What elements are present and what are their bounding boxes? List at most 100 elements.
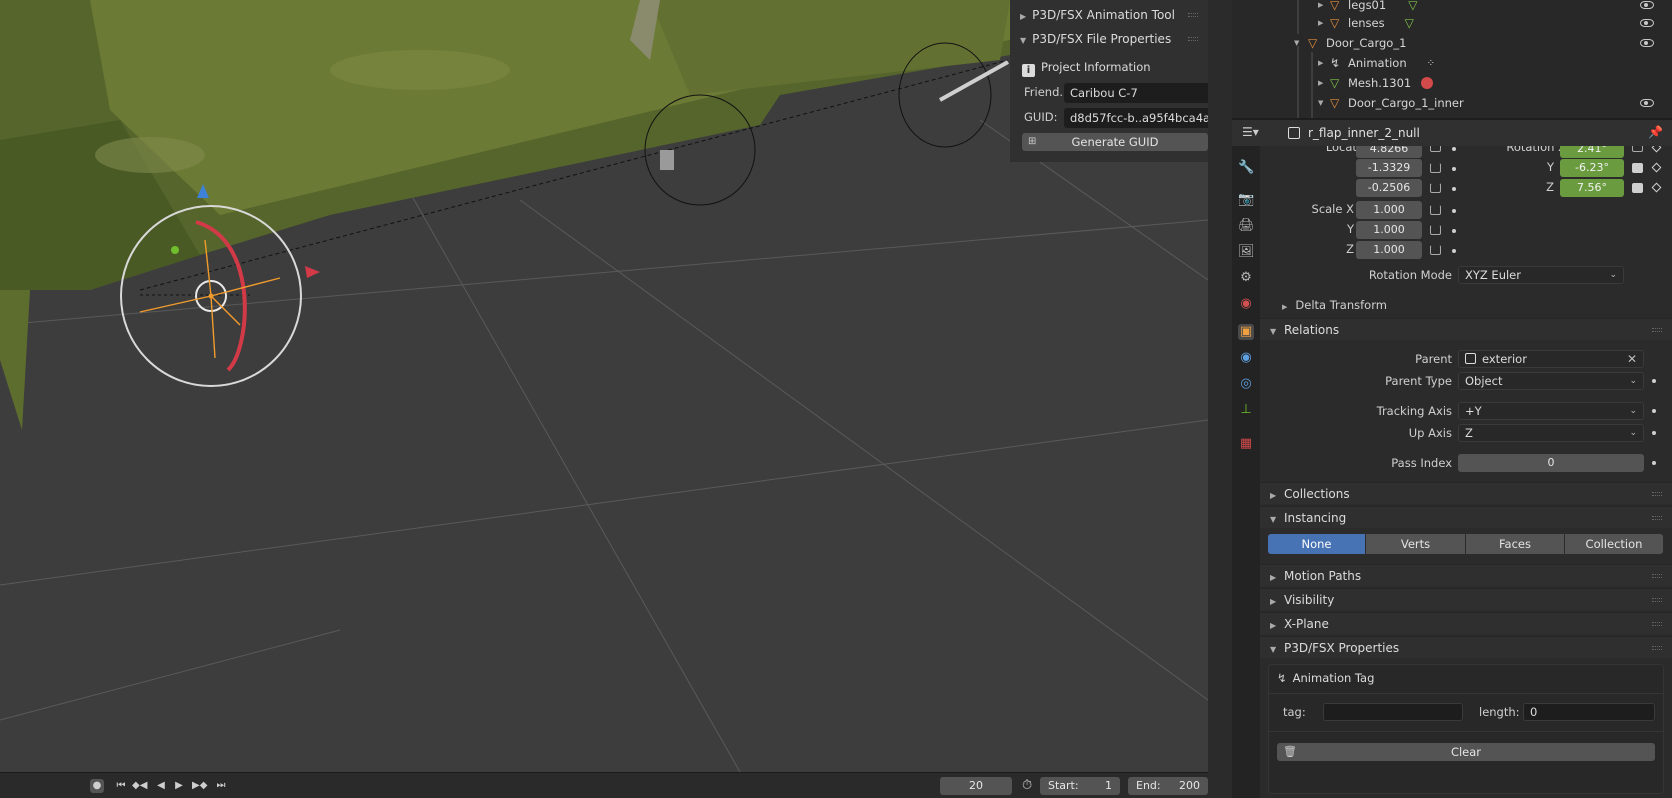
prev-keyframe-icon[interactable]: ◆◀	[132, 779, 147, 793]
instancing-collection-button[interactable]: Collection	[1565, 534, 1663, 554]
up-axis-dropdown[interactable]: Z ⌄	[1458, 424, 1644, 442]
scale-x-field[interactable]: 1.000	[1356, 201, 1422, 219]
file-props-header[interactable]: ▼ P3D/FSX File Properties	[1010, 28, 1208, 50]
outliner-row-mesh-1301[interactable]: ▶ ▽ Mesh.1301	[1318, 73, 1668, 93]
keyframe-dot[interactable]	[1452, 209, 1456, 213]
drag-grip-icon[interactable]	[1652, 574, 1662, 578]
instancing-panel-header[interactable]: ▼ Instancing	[1260, 506, 1672, 528]
keyframe-diamond-icon[interactable]	[1651, 162, 1662, 173]
keyframe-dot[interactable]	[1452, 167, 1456, 171]
tool-tab-icon[interactable]: 🔧	[1238, 160, 1254, 176]
outliner-row-lenses[interactable]: ▶ ▽ lenses ▽	[1318, 13, 1668, 33]
visibility-panel-header[interactable]: ▶ Visibility	[1260, 588, 1672, 610]
play-reverse-icon[interactable]: ◀	[154, 779, 168, 793]
start-frame-field[interactable]: Start: 1	[1040, 777, 1120, 795]
tracking-axis-dropdown[interactable]: +Y ⌄	[1458, 402, 1644, 420]
keyframe-dot[interactable]	[1652, 431, 1656, 435]
outliner-row-door-cargo-1-inner[interactable]: ▼ ▽ Door_Cargo_1_inner	[1318, 93, 1668, 113]
outliner-row-animation[interactable]: ▶ ↯ Animation ⁘	[1318, 53, 1668, 73]
drag-grip-icon[interactable]	[1652, 646, 1662, 650]
outliner-row-door-cargo-1[interactable]: ▼ ▽ Door_Cargo_1	[1294, 33, 1668, 53]
unlock-icon[interactable]	[1430, 225, 1441, 235]
object-tab-icon[interactable]: ▣	[1238, 324, 1254, 340]
next-keyframe-icon[interactable]: ▶◆	[192, 779, 207, 793]
keyframe-dot[interactable]	[1652, 461, 1656, 465]
relations-panel-header[interactable]: ▼ Relations	[1260, 318, 1672, 340]
drag-grip-icon[interactable]	[1652, 598, 1662, 602]
keyframe-dot[interactable]	[1452, 249, 1456, 253]
drag-grip-icon[interactable]	[1652, 516, 1662, 520]
texture-tab-icon[interactable]: ▦	[1238, 436, 1254, 452]
modifiers-tab-icon[interactable]: ◉	[1238, 350, 1254, 366]
current-frame-field[interactable]: 20	[940, 777, 1012, 795]
jump-start-icon[interactable]: ⏮	[114, 779, 128, 793]
keyframe-dot[interactable]	[1652, 379, 1656, 383]
eye-icon[interactable]	[1640, 99, 1654, 107]
clear-x-icon[interactable]: ✕	[1627, 351, 1637, 367]
tag-input[interactable]	[1323, 703, 1463, 721]
collections-panel-header[interactable]: ▶ Collections	[1260, 482, 1672, 504]
pass-index-field[interactable]: 0	[1458, 454, 1644, 472]
keyframe-dot[interactable]	[1452, 187, 1456, 191]
drag-grip-icon[interactable]	[1188, 13, 1198, 17]
eye-icon[interactable]	[1640, 1, 1654, 9]
eye-icon[interactable]	[1640, 39, 1654, 47]
xplane-panel-header[interactable]: ▶ X-Plane	[1260, 612, 1672, 634]
location-y-field[interactable]: -1.3329	[1356, 159, 1422, 177]
rotation-z-field[interactable]: 7.56°	[1560, 179, 1624, 197]
drag-grip-icon[interactable]	[1652, 328, 1662, 332]
p3d-properties-panel-header[interactable]: ▼ P3D/FSX Properties	[1260, 636, 1672, 658]
unlock-icon[interactable]	[1430, 205, 1441, 215]
view-layer-tab-icon[interactable]: 🖼	[1238, 244, 1255, 260]
instancing-verts-button[interactable]: Verts	[1366, 534, 1465, 554]
editor-type-icon[interactable]: ☰▾	[1242, 125, 1259, 139]
motion-paths-panel-header[interactable]: ▶ Motion Paths	[1260, 564, 1672, 586]
lock-icon[interactable]	[1632, 183, 1643, 193]
output-tab-icon[interactable]: 🖨	[1238, 218, 1255, 234]
outliner[interactable]: ▶ ▽ legs01 ▽ ▶ ▽ lenses ▽ ▼ ▽ Door_Cargo…	[1232, 0, 1672, 118]
unlock-icon[interactable]	[1430, 245, 1441, 255]
scale-z-field[interactable]: 1.000	[1356, 241, 1422, 259]
keyframe-dot[interactable]	[1452, 229, 1456, 233]
unlock-icon[interactable]	[1430, 183, 1441, 193]
anim-tool-header[interactable]: ▶ P3D/FSX Animation Tool	[1010, 4, 1208, 26]
delta-transform-subpanel[interactable]: ▶ Delta Transform	[1282, 298, 1387, 312]
parent-type-dropdown[interactable]: Object ⌄	[1458, 372, 1644, 390]
render-tab-icon[interactable]: 📷	[1238, 192, 1254, 208]
play-icon[interactable]: ▶	[172, 779, 186, 793]
3d-viewport[interactable]: ▶ P3D/FSX Animation Tool ▼ P3D/FSX File Pr…	[0, 0, 1208, 772]
unlock-icon[interactable]	[1430, 163, 1441, 173]
generate-guid-button[interactable]: ⊞ Generate GUID	[1022, 133, 1208, 151]
location-z-field[interactable]: -0.2506	[1356, 179, 1422, 197]
drag-grip-icon[interactable]	[1652, 622, 1662, 626]
drag-grip-icon[interactable]	[1652, 492, 1662, 496]
scale-y-field[interactable]: 1.000	[1356, 221, 1422, 239]
lock-icon[interactable]	[1632, 163, 1643, 173]
scene-tab-icon[interactable]: ⚙	[1238, 270, 1254, 286]
pin-icon[interactable]: 📌	[1648, 125, 1663, 139]
keyframe-dot[interactable]	[1652, 409, 1656, 413]
record-icon[interactable]: ●	[90, 779, 104, 793]
keyframe-dot[interactable]	[1452, 147, 1456, 151]
rotation-x-field[interactable]: 2.41°	[1560, 146, 1624, 158]
jump-end-icon[interactable]: ⏭	[214, 779, 228, 793]
parent-field[interactable]: exterior ✕	[1458, 350, 1644, 368]
guid-field[interactable]: d8d57fcc-b..a95f4bca4a	[1064, 108, 1208, 128]
keyframe-diamond-icon[interactable]	[1651, 182, 1662, 193]
world-tab-icon[interactable]: ◉	[1238, 296, 1254, 312]
rotation-y-field[interactable]: -6.23°	[1560, 159, 1624, 177]
unlock-icon[interactable]	[1632, 146, 1643, 152]
length-input[interactable]: 0	[1523, 703, 1655, 721]
instancing-none-button[interactable]: None	[1268, 534, 1365, 554]
end-frame-field[interactable]: End: 200	[1128, 777, 1208, 795]
object-properties[interactable]: Location X 4.8266 Y -1.3329 Z -0.2506 Ro…	[1260, 146, 1672, 798]
rotation-mode-dropdown[interactable]: XYZ Euler ⌄	[1458, 266, 1624, 284]
clear-button[interactable]: 🗑 Clear	[1277, 743, 1655, 761]
location-x-field[interactable]: 4.8266	[1356, 146, 1422, 158]
stopwatch-icon[interactable]: ⏱	[1022, 778, 1032, 793]
eye-icon[interactable]	[1640, 19, 1654, 27]
physics-tab-icon[interactable]: ◎	[1238, 376, 1254, 392]
drag-grip-icon[interactable]	[1188, 37, 1198, 41]
friendly-name-field[interactable]: Caribou C-7	[1064, 83, 1208, 103]
instancing-faces-button[interactable]: Faces	[1466, 534, 1564, 554]
